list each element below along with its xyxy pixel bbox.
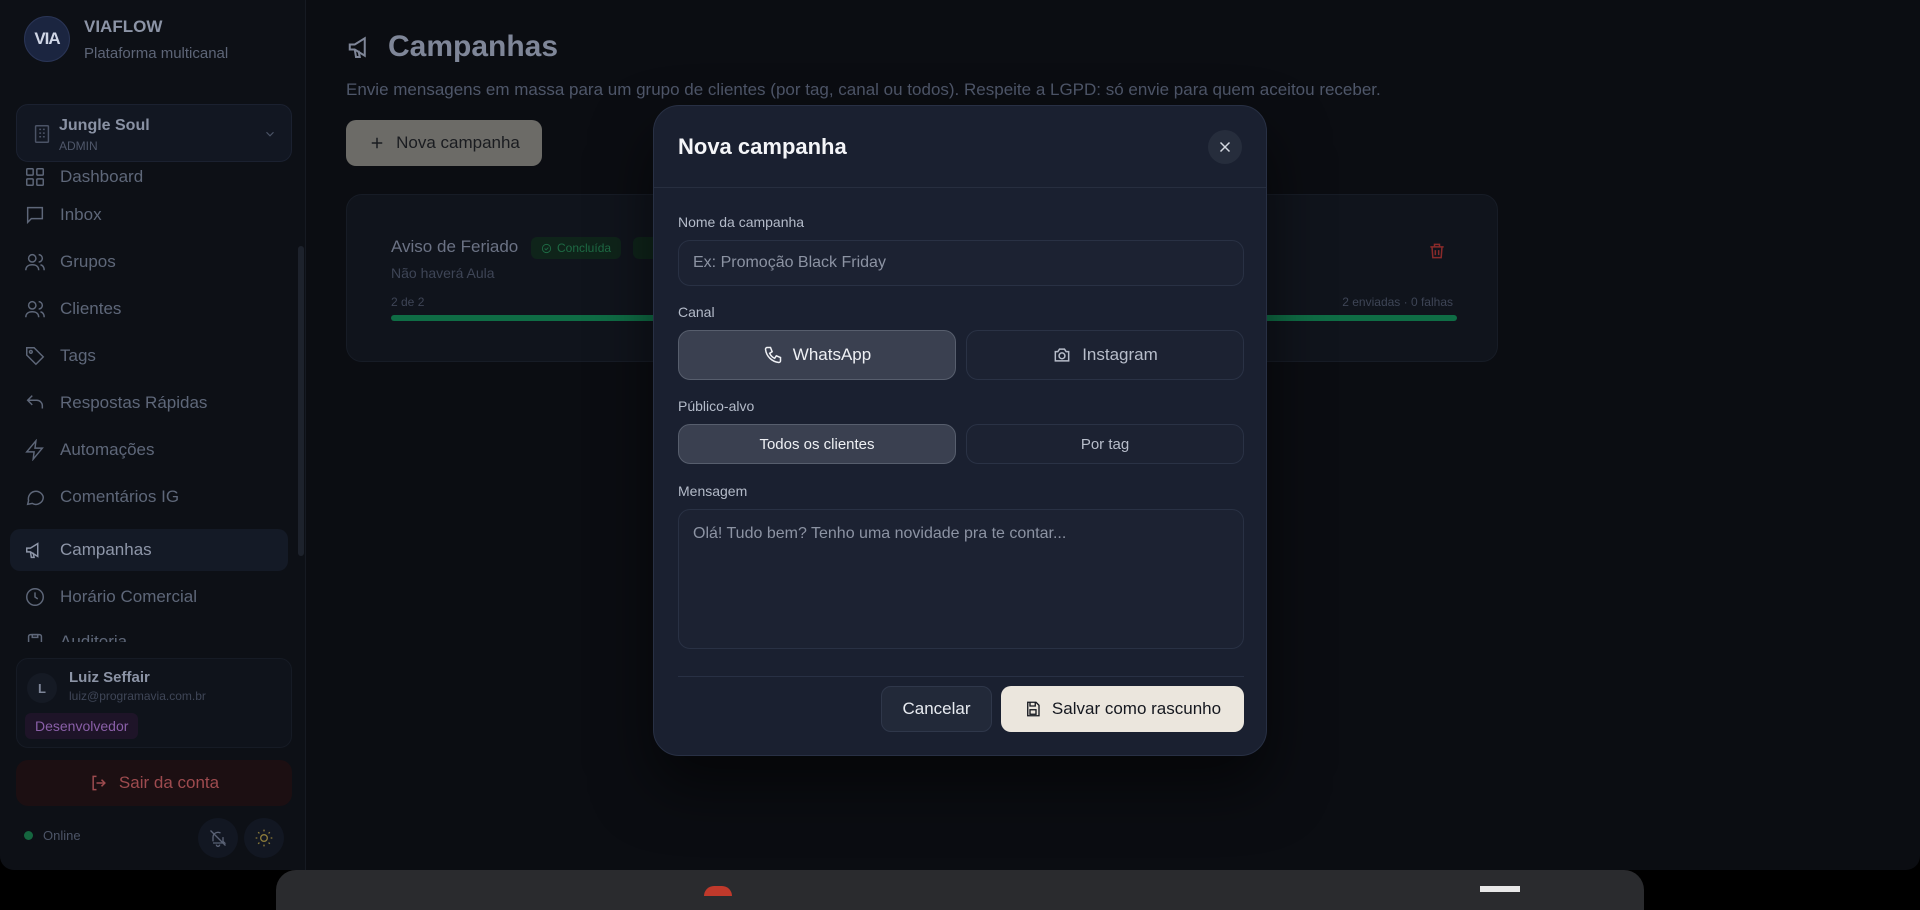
- name-label: Nome da campanha: [678, 214, 805, 230]
- camera-icon: [1054, 348, 1070, 362]
- channel-whatsapp-label: WhatsApp: [792, 345, 872, 364]
- phone-icon: [764, 346, 782, 364]
- channel-whatsapp-button[interactable]: WhatsApp: [678, 330, 956, 380]
- new-campaign-modal: Nova campanha Nome da campanha Canal Wha…: [653, 105, 1267, 756]
- audience-all-button[interactable]: Todos os clientes: [678, 424, 956, 464]
- channel-instagram-label: Instagram: [1082, 345, 1158, 364]
- os-dock: [276, 870, 1644, 910]
- modal-divider: [678, 676, 1244, 677]
- save-draft-label: Salvar como rascunho: [1051, 699, 1222, 718]
- save-icon: [1026, 701, 1040, 717]
- cancel-button[interactable]: Cancelar: [881, 686, 992, 732]
- modal-title: Nova campanha: [678, 134, 847, 159]
- message-textarea[interactable]: [678, 509, 1244, 649]
- audience-tag-label: Por tag: [1080, 435, 1130, 453]
- audience-tag-button[interactable]: Por tag: [966, 424, 1244, 464]
- save-draft-button[interactable]: Salvar como rascunho: [1001, 686, 1244, 732]
- close-button[interactable]: [1208, 130, 1242, 164]
- close-icon: [1219, 141, 1231, 153]
- dock-app-icon[interactable]: [1480, 886, 1520, 892]
- message-label: Mensagem: [678, 483, 748, 499]
- audience-all-label: Todos os clientes: [759, 435, 875, 453]
- app-window: VIA VIAFLOW Plataforma multicanal Jungle…: [0, 0, 1920, 870]
- dock-app-icon[interactable]: [704, 886, 732, 896]
- campaign-name-input[interactable]: [678, 240, 1244, 286]
- channel-instagram-button[interactable]: Instagram: [966, 330, 1244, 380]
- modal-header: Nova campanha: [654, 106, 1266, 188]
- channel-label: Canal: [678, 304, 715, 320]
- audience-label: Público-alvo: [678, 398, 755, 414]
